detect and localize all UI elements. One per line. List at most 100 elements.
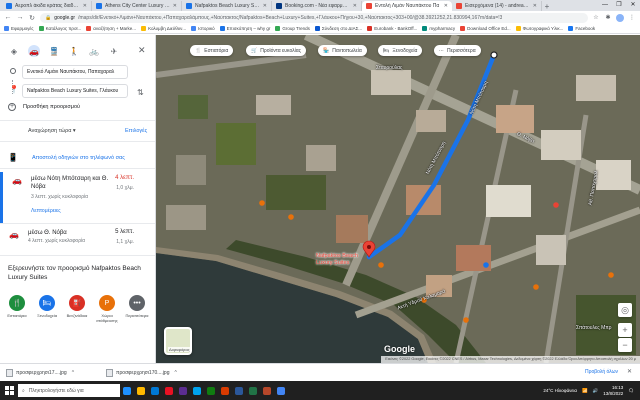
browser-tab[interactable]: Εισερχόμενα (14) - andreaskar ✕ — [452, 1, 542, 11]
minimize-button[interactable]: — — [598, 0, 612, 11]
taskbar-app[interactable] — [232, 381, 246, 400]
browser-tab[interactable]: Booking.com - Νέα εφαρμογή ✕ — [272, 1, 362, 11]
bookmark-item[interactable]: Σύνδεση στο ΔΙΑΣ... — [314, 26, 362, 31]
taskbar-app[interactable] — [120, 381, 134, 400]
volume-icon[interactable]: 🔊 — [593, 388, 599, 394]
close-tab-icon[interactable]: ✕ — [263, 3, 267, 9]
destination-input[interactable]: Nafpaktos Beach Luxury Suites, Γλάυκου — [22, 84, 128, 98]
bookmark-item[interactable]: Κατάλογος προϊ... — [38, 26, 81, 31]
taskbar-app[interactable] — [204, 381, 218, 400]
route-no-traffic: 4 λεπτ. χωρίς κυκλοφορία — [28, 238, 86, 244]
category-0[interactable]: 🍴 Εστιατόρια — [6, 295, 28, 323]
cycling-mode-icon[interactable]: 🚲 — [88, 45, 100, 57]
zoom-in-button[interactable]: + — [618, 323, 632, 337]
map-chip[interactable]: 🏪 Παντοπωλεία — [318, 45, 367, 56]
category-2[interactable]: ⛽ Βενζινάδικα — [66, 295, 88, 323]
route-details-link[interactable]: Λεπτομέρειες — [31, 208, 61, 214]
close-tab-icon[interactable]: ✕ — [444, 3, 448, 9]
send-to-phone-link[interactable]: 📱 Αποστολή οδηγιών στο τηλέφωνό σας — [8, 153, 125, 162]
bookmark-item[interactable]: αναζήτηση + Marke... — [86, 26, 136, 31]
maximize-button[interactable]: ❐ — [612, 0, 626, 11]
favicon-icon — [96, 3, 102, 9]
close-tab-icon[interactable]: ✕ — [353, 3, 357, 9]
options-link[interactable]: Επιλογές — [125, 128, 147, 134]
bookmark-item[interactable]: Κολυμβη Διεύθυν... — [141, 26, 186, 31]
zoom-out-button[interactable]: − — [618, 338, 632, 352]
bookmark-item[interactable]: Επισκόπηση – why gr — [219, 26, 270, 31]
flight-mode-icon[interactable]: ✈ — [108, 45, 120, 57]
driving-mode-icon[interactable]: 🚗 — [28, 45, 40, 57]
bookmark-star-icon[interactable]: ☆ — [592, 14, 600, 21]
depart-now-dropdown[interactable]: Αναχώρηση τώρα ▾ — [28, 128, 76, 134]
address-bar[interactable]: 🔒 google.gr /maps/dir/Ενετικό+Λιμάνι+Ναυ… — [40, 12, 588, 23]
back-icon[interactable]: ← — [4, 14, 12, 21]
start-button[interactable] — [0, 381, 18, 400]
show-all-downloads-link[interactable]: Προβολή όλων — [585, 369, 618, 375]
extensions-icon[interactable]: ✱ — [604, 14, 612, 21]
map-chip[interactable]: ⋯ Περισσότερα — [434, 45, 481, 56]
taskbar-app[interactable] — [148, 381, 162, 400]
close-tab-icon[interactable]: ✕ — [173, 3, 177, 9]
taskbar-app[interactable] — [260, 381, 274, 400]
browser-tab[interactable]: Athens City Center Luxury Suite ✕ — [92, 1, 182, 11]
menu-kebab-icon[interactable]: ⋮ — [628, 14, 636, 21]
close-tab-icon[interactable]: ✕ — [83, 3, 87, 9]
route-option[interactable]: 🚗 μέσω Νότη Μπότσαρη και Θ. Νόβα 4 λεπτ.… — [0, 172, 155, 223]
bookmark-item[interactable]: Φωτογραφικό Υλικ... — [515, 26, 563, 31]
reload-icon[interactable]: ↻ — [28, 14, 36, 22]
bookmark-item[interactable]: Ιστορικό — [191, 26, 215, 31]
origin-input[interactable]: Ενετικό Λιμάνι Ναυπάκτου, Παπαχαραλ — [22, 65, 128, 79]
taskbar-app[interactable] — [176, 381, 190, 400]
close-tab-icon[interactable]: ✕ — [533, 3, 537, 9]
bookmark-item[interactable]: mypharmacy — [422, 26, 455, 31]
taskbar-app[interactable] — [218, 381, 232, 400]
map-canvas[interactable]: 🍴 Εστιατόρια 🛒 Προϊόντα ευκολίας 🏪 Παντοπωλεί… — [156, 35, 640, 363]
route-option[interactable]: 🚗 μέσω Θ. Νόβα 5 λεπτ. 1,1 χλμ. 4 λεπτ. … — [0, 226, 155, 254]
profile-avatar[interactable] — [616, 13, 624, 22]
chevron-up-icon[interactable]: ^ — [175, 370, 177, 376]
taskbar-app[interactable] — [134, 381, 148, 400]
taskbar-app[interactable] — [190, 381, 204, 400]
weather-widget[interactable]: 24°C Ηλιοφάνεια — [543, 388, 577, 393]
bookmark-item[interactable]: Eurobank - BankOff... — [367, 26, 417, 31]
tab-title: Αεροπλ άκιδα κράτας διαδροτ — [15, 3, 80, 9]
forward-icon[interactable]: → — [16, 14, 24, 21]
layers-toggle[interactable]: Δορυφόρος — [164, 327, 192, 355]
close-directions-icon[interactable]: ✕ — [138, 45, 146, 56]
download-item[interactable]: προσφερχρησι17....jpg ^ — [6, 368, 96, 377]
map-chip[interactable]: 🛒 Προϊόντα ευκολίας — [246, 45, 307, 56]
swap-icon[interactable]: ⇅ — [137, 88, 144, 97]
download-item[interactable]: προσφερχρησι170....jpg ^ — [106, 368, 196, 377]
app-icon — [263, 386, 271, 395]
browser-tab[interactable]: Αεροπλ άκιδα κράτας διαδροτ ✕ — [2, 1, 92, 11]
category-1[interactable]: 🛏 Ξενοδοχεία — [36, 295, 58, 323]
taskbar-search[interactable]: ⌕ Πληκτρολογήστε εδώ για — [18, 384, 120, 397]
bookmark-item[interactable]: Facebook — [568, 26, 595, 31]
browser-tab[interactable]: Εντολή Λιμάν Ναυπάκτου Πα ✕ — [362, 1, 452, 11]
taskbar-app[interactable] — [246, 381, 260, 400]
category-3[interactable]: P Χώροι στάθμευσης — [96, 295, 118, 323]
best-route-icon[interactable]: ◈ — [8, 45, 20, 57]
chevron-up-icon[interactable]: ^ — [72, 370, 74, 376]
destination-map-label[interactable]: Nafpaktos Beach Luxury Suites — [316, 253, 366, 267]
close-window-button[interactable]: ✕ — [626, 0, 640, 11]
taskbar-app[interactable] — [274, 381, 288, 400]
lock-icon[interactable]: 🔒 — [45, 15, 51, 21]
bookmark-item[interactable]: Group Trends — [275, 26, 310, 31]
bookmark-item[interactable]: Download Office Ed... — [460, 26, 511, 31]
new-tab-button[interactable]: + — [542, 2, 552, 11]
network-icon[interactable]: 📶 — [582, 388, 588, 394]
map-chip[interactable]: 🛏 Ξενοδοχεία — [378, 45, 423, 56]
transit-mode-icon[interactable]: 🚆 — [48, 45, 60, 57]
my-location-icon[interactable]: ◎ — [618, 303, 632, 317]
browser-tab[interactable]: Nafpaktos Beach Luxury Suite ✕ — [182, 1, 272, 11]
notifications-icon[interactable]: 🗨 — [628, 388, 634, 394]
bookmark-item[interactable]: Εφαρμογές — [4, 26, 34, 31]
walking-mode-icon[interactable]: 🚶 — [68, 45, 80, 57]
taskbar-app[interactable] — [162, 381, 176, 400]
close-downloads-icon[interactable]: ✕ — [627, 368, 632, 375]
clock[interactable]: 16:13 13/8/2022 — [603, 385, 623, 397]
category-4[interactable]: ••• Περισσότερα — [126, 295, 148, 323]
add-destination-button[interactable]: + Προσθήκη προορισμού — [8, 103, 80, 111]
map-chip[interactable]: 🍴 Εστιατόρια — [190, 45, 234, 56]
